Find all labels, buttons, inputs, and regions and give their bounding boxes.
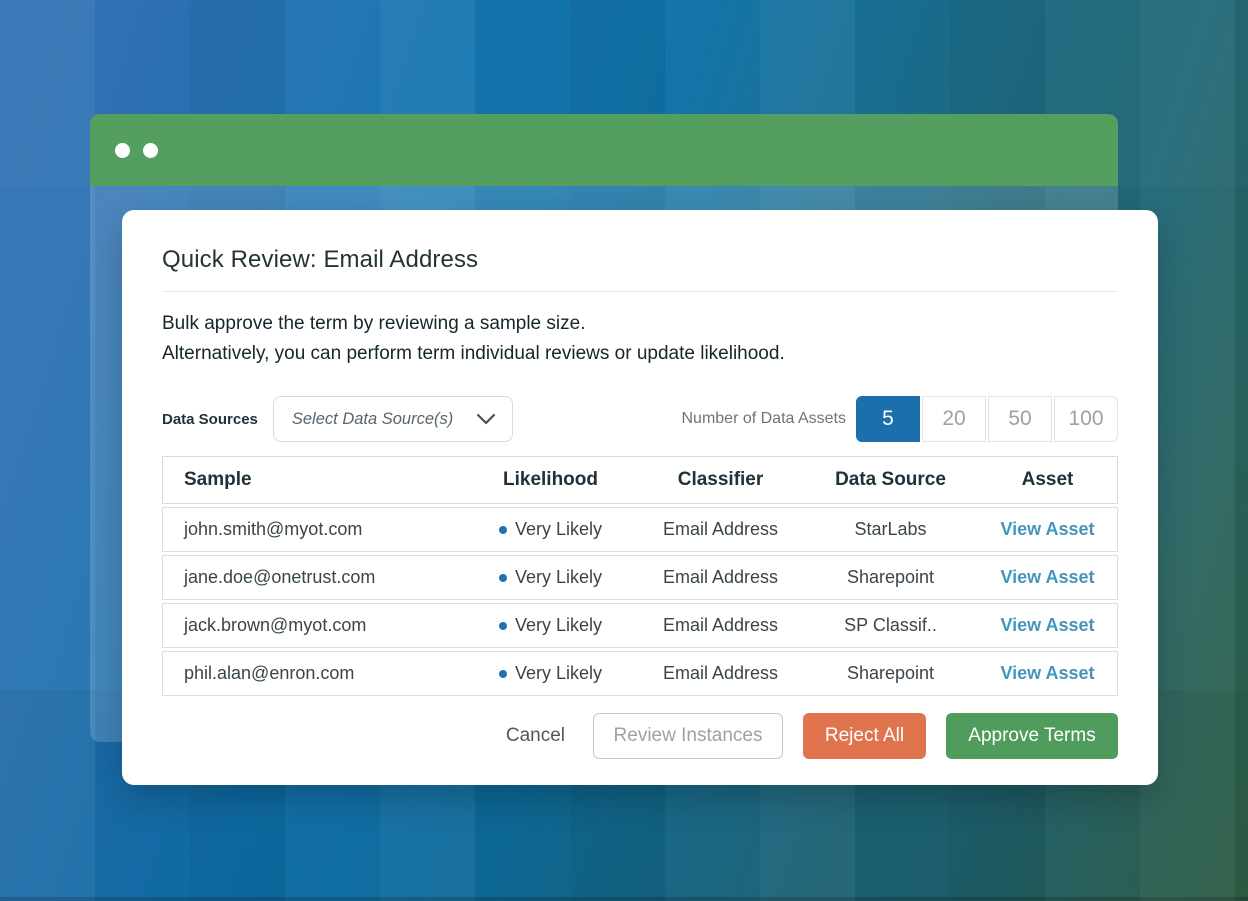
segment-option-100[interactable]: 100 [1054, 396, 1118, 442]
segment-option-20[interactable]: 20 [922, 396, 986, 442]
browser-title-bar [90, 114, 1118, 186]
likelihood-text: Very Likely [515, 663, 602, 683]
likelihood-text: Very Likely [515, 615, 602, 635]
controls-row: Data Sources Select Data Source(s) Numbe… [162, 396, 1118, 442]
cell-data-source: StarLabs [803, 519, 978, 540]
cancel-button[interactable]: Cancel [498, 713, 573, 759]
cell-classifier: Email Address [638, 519, 803, 540]
cell-data-source: SP Classif.. [803, 615, 978, 636]
description-line-1: Bulk approve the term by reviewing a sam… [162, 309, 1118, 339]
header-sample: Sample [163, 469, 463, 491]
likelihood-dot-icon [499, 574, 507, 582]
view-asset-link[interactable]: View Asset [1000, 567, 1094, 587]
cell-sample: jane.doe@onetrust.com [163, 567, 463, 588]
window-dot-2[interactable] [143, 143, 158, 158]
number-of-data-assets-label: Number of Data Assets [681, 410, 846, 428]
description-line-2: Alternatively, you can perform term indi… [162, 339, 1118, 369]
cell-classifier: Email Address [638, 615, 803, 636]
modal-footer: Cancel Review Instances Reject All Appro… [162, 713, 1118, 759]
likelihood-dot-icon [499, 622, 507, 630]
segment-option-5[interactable]: 5 [856, 396, 920, 442]
table-row: jack.brown@myot.com Very Likely Email Ad… [162, 603, 1118, 648]
table-row: phil.alan@enron.com Very Likely Email Ad… [162, 651, 1118, 696]
modal-title: Quick Review: Email Address [162, 246, 1118, 274]
likelihood-dot-icon [499, 670, 507, 678]
cell-asset: View Asset [978, 615, 1117, 636]
title-divider [162, 291, 1118, 292]
header-classifier: Classifier [638, 469, 803, 491]
data-sources-label: Data Sources [162, 411, 258, 428]
cell-asset: View Asset [978, 519, 1117, 540]
segment-option-50[interactable]: 50 [988, 396, 1052, 442]
cell-asset: View Asset [978, 663, 1117, 684]
cell-likelihood: Very Likely [463, 567, 638, 588]
cell-likelihood: Very Likely [463, 615, 638, 636]
data-assets-segmented-control: 5 20 50 100 [856, 396, 1118, 442]
header-asset: Asset [978, 469, 1117, 491]
data-sources-select[interactable]: Select Data Source(s) [273, 396, 513, 442]
table-row: john.smith@myot.com Very Likely Email Ad… [162, 507, 1118, 552]
data-sources-placeholder: Select Data Source(s) [292, 410, 453, 429]
cell-sample: phil.alan@enron.com [163, 663, 463, 684]
window-dot-1[interactable] [115, 143, 130, 158]
cell-classifier: Email Address [638, 567, 803, 588]
table-row: jane.doe@onetrust.com Very Likely Email … [162, 555, 1118, 600]
likelihood-text: Very Likely [515, 519, 602, 539]
table-header-row: Sample Likelihood Classifier Data Source… [162, 456, 1118, 504]
reject-all-button[interactable]: Reject All [803, 713, 926, 759]
cell-asset: View Asset [978, 567, 1117, 588]
cell-data-source: Sharepoint [803, 567, 978, 588]
cell-sample: jack.brown@myot.com [163, 615, 463, 636]
cell-likelihood: Very Likely [463, 663, 638, 684]
review-instances-button[interactable]: Review Instances [593, 713, 783, 759]
review-table: Sample Likelihood Classifier Data Source… [162, 456, 1118, 696]
header-likelihood: Likelihood [463, 469, 638, 491]
view-asset-link[interactable]: View Asset [1000, 519, 1094, 539]
cell-likelihood: Very Likely [463, 519, 638, 540]
view-asset-link[interactable]: View Asset [1000, 615, 1094, 635]
cell-classifier: Email Address [638, 663, 803, 684]
header-data-source: Data Source [803, 469, 978, 491]
approve-terms-button[interactable]: Approve Terms [946, 713, 1118, 759]
likelihood-dot-icon [499, 526, 507, 534]
cell-data-source: Sharepoint [803, 663, 978, 684]
chevron-down-icon [476, 413, 496, 425]
cell-sample: john.smith@myot.com [163, 519, 463, 540]
view-asset-link[interactable]: View Asset [1000, 663, 1094, 683]
likelihood-text: Very Likely [515, 567, 602, 587]
quick-review-modal: Quick Review: Email Address Bulk approve… [122, 210, 1158, 785]
